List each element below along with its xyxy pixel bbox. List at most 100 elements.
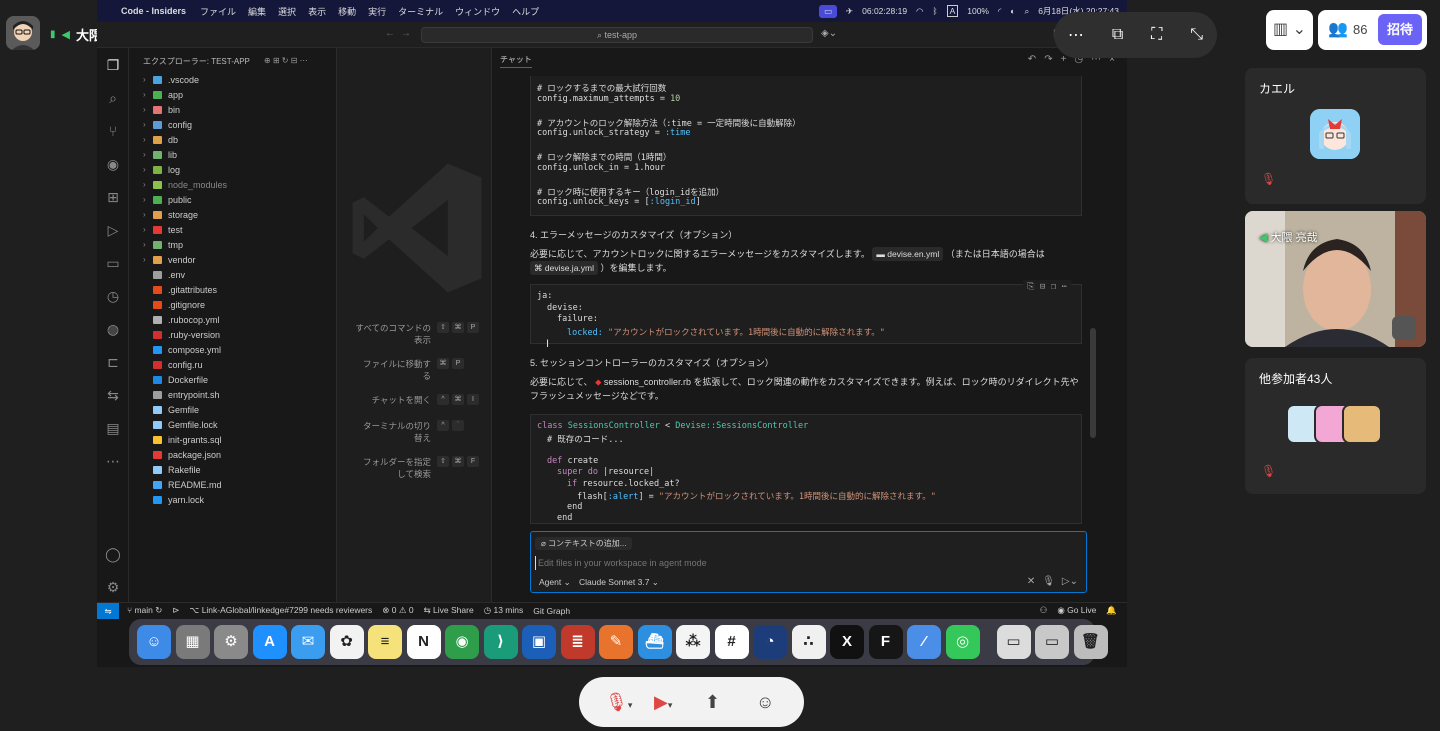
tree-file[interactable]: .rubocop.yml xyxy=(129,312,336,327)
minimize-icon[interactable]: ⤡ xyxy=(1190,26,1203,44)
tree-folder[interactable]: › node_modules xyxy=(129,177,336,192)
time-tracker[interactable]: ◷ 13 mins xyxy=(484,605,524,616)
tree-folder[interactable]: › public xyxy=(129,192,336,207)
extensions-icon[interactable]: ⊞ xyxy=(104,188,122,206)
menu-window[interactable]: ウィンドウ xyxy=(455,5,500,18)
command-center-search[interactable]: ⌕ test-app xyxy=(421,27,813,43)
menu-view[interactable]: 表示 xyxy=(308,5,326,18)
menu-run[interactable]: 実行 xyxy=(368,5,386,18)
tree-file[interactable]: README.md xyxy=(129,477,336,492)
file-chip[interactable]: sessions_controller.rb xyxy=(604,377,691,387)
shortcut-entry[interactable]: ファイルに移動する ⌘ P xyxy=(333,358,483,382)
dock-launchpad-icon[interactable]: ▦ xyxy=(175,625,210,659)
menu-file[interactable]: ファイル xyxy=(200,5,236,18)
tree-file[interactable]: .env xyxy=(129,267,336,282)
account-icon[interactable]: ◯ xyxy=(104,545,122,563)
source-control-icon[interactable]: ⑂ xyxy=(104,122,122,140)
timeline-icon[interactable]: ◷ xyxy=(104,287,122,305)
microphone-icon[interactable]: 🎙 xyxy=(1042,576,1055,587)
menu-select[interactable]: 選択 xyxy=(278,5,296,18)
forward-arrow-icon[interactable]: → xyxy=(401,28,411,39)
dock-mail-icon[interactable]: ✉ xyxy=(291,625,325,659)
tree-file[interactable]: yarn.lock xyxy=(129,492,336,507)
problems-indicator[interactable]: ⊗ 0 ⚠ 0 xyxy=(382,605,413,616)
shortcut-entry[interactable]: ターミナルの切り替え ^ ` xyxy=(333,420,483,444)
picture-in-picture-icon[interactable]: ⧉ xyxy=(1112,26,1123,44)
dock-docker-icon[interactable]: ⛴ xyxy=(637,625,672,659)
dock-finder-icon[interactable]: ☺ xyxy=(137,625,171,659)
mode-dropdown[interactable]: Agent ⌄ xyxy=(539,577,571,588)
tree-folder[interactable]: › .vscode xyxy=(129,72,336,87)
explorer-icon[interactable]: ❐ xyxy=(104,56,122,74)
menu-help[interactable]: ヘルプ xyxy=(512,5,539,18)
tree-folder[interactable]: › log xyxy=(129,162,336,177)
dock-notion-icon[interactable]: N xyxy=(406,625,441,659)
layout-button[interactable]: ▥ ⌄ xyxy=(1266,10,1313,50)
dock-chrome-icon[interactable]: ◉ xyxy=(445,625,479,659)
bluetooth-icon[interactable]: ᛒ xyxy=(932,6,937,16)
chat-input[interactable] xyxy=(535,556,1075,570)
participant-card[interactable]: カエル 🎙 xyxy=(1245,68,1426,204)
tree-folder[interactable]: › storage xyxy=(129,207,336,222)
more-icon[interactable]: ⋯ xyxy=(104,452,122,470)
dock-pen-icon[interactable]: ⁄ xyxy=(907,625,941,659)
mic-muted-icon[interactable]: 🎙▾ xyxy=(605,691,632,716)
remote-indicator-icon[interactable]: ⇋ xyxy=(97,602,119,619)
dock-trash-icon[interactable]: 🗑 xyxy=(1073,625,1108,659)
notifications-icon[interactable]: 🔔 xyxy=(1106,605,1117,616)
menubar-app-name[interactable]: Code - Insiders xyxy=(121,6,186,16)
docs-icon[interactable]: ▤ xyxy=(104,419,122,437)
tree-file[interactable]: compose.yml xyxy=(129,342,336,357)
input-mode[interactable]: A xyxy=(946,5,959,17)
tab-chat[interactable]: チャット xyxy=(500,54,532,68)
code-block-actions[interactable]: ⎘ ⊟ ❐ ⋯ xyxy=(1023,280,1071,294)
tree-file[interactable]: Gemfile xyxy=(129,402,336,417)
explorer-actions[interactable]: ⊕ ⊞ ↻ ⊟ ⋯ xyxy=(264,56,308,72)
dock-database-icon[interactable]: ≣ xyxy=(560,625,595,659)
graph-icon[interactable]: ⊳ xyxy=(172,605,179,616)
go-live-status[interactable]: ◉ Go Live xyxy=(1057,605,1096,616)
tree-folder[interactable]: › bin xyxy=(129,102,336,117)
menu-terminal[interactable]: ターミナル xyxy=(398,5,443,18)
branch-indicator[interactable]: ⑂ main ↻ xyxy=(127,605,162,616)
dock-asana-icon[interactable]: ∴ xyxy=(791,625,826,659)
dock-x-icon[interactable]: X xyxy=(830,625,864,659)
pr-indicator[interactable]: ⌥ Link-AGlobal/linkedge#7299 needs revie… xyxy=(190,605,373,616)
copilot-icon[interactable]: ◈⌄ xyxy=(821,28,837,39)
dock-slack-icon[interactable]: # xyxy=(714,625,749,659)
headphone-icon[interactable]: ◠ xyxy=(916,6,923,17)
chat-scrollbar[interactable] xyxy=(1090,328,1096,438)
dock-tool-icon[interactable]: ✎ xyxy=(599,625,633,659)
search-icon[interactable]: ⌕ xyxy=(104,89,122,107)
spotlight-icon[interactable]: ⌕ xyxy=(1024,6,1029,17)
tools-icon[interactable]: ✕ xyxy=(1027,576,1035,587)
file-chip[interactable]: ⌘ devise.ja.yml xyxy=(530,261,599,275)
participants-button[interactable]: 👥 86 招待 xyxy=(1318,10,1427,50)
tree-folder[interactable]: › vendor xyxy=(129,252,336,267)
manage-gear-icon[interactable]: ⚙ xyxy=(104,578,122,596)
dock-trello-icon[interactable]: ▣ xyxy=(522,625,556,659)
participant-video-card[interactable]: ◀ 大隈 亮哉 xyxy=(1245,211,1426,347)
tree-file[interactable]: Gemfile.lock xyxy=(129,417,336,432)
dock-chatgpt-icon[interactable]: ◎ xyxy=(945,625,980,659)
dock-photos-icon[interactable]: ✿ xyxy=(329,625,364,659)
tree-file[interactable]: .gitignore xyxy=(129,297,336,312)
control-center-icon[interactable]: ◐ xyxy=(1010,6,1015,16)
tree-file[interactable]: .gitattributes xyxy=(129,282,336,297)
accounts-sync-icon[interactable]: ◍ xyxy=(104,320,122,338)
tree-folder[interactable]: › lib xyxy=(129,147,336,162)
tree-file[interactable]: Rakefile xyxy=(129,462,336,477)
tree-icon[interactable]: ⊏ xyxy=(104,353,122,371)
dock-notes-icon[interactable]: ≡ xyxy=(368,625,402,659)
tree-file[interactable]: .ruby-version xyxy=(129,327,336,342)
dock-vscode-insiders-icon[interactable]: ⟩ xyxy=(483,625,518,659)
others-card[interactable]: 他参加者43人 🎙 xyxy=(1245,358,1426,494)
back-arrow-icon[interactable]: ← xyxy=(385,28,395,39)
dock-timer-icon[interactable]: ◔ xyxy=(753,625,787,659)
invite-button[interactable]: 招待 xyxy=(1378,14,1422,45)
send-icon[interactable]: ▷⌄ xyxy=(1062,576,1078,587)
model-dropdown[interactable]: Claude Sonnet 3.7 ⌄ xyxy=(579,577,659,588)
wifi-icon[interactable]: ◜ xyxy=(998,6,1001,17)
accounts-status-icon[interactable]: ⚇ xyxy=(1040,605,1048,616)
menubar-timer[interactable]: 06:02:28:19 xyxy=(862,6,907,16)
